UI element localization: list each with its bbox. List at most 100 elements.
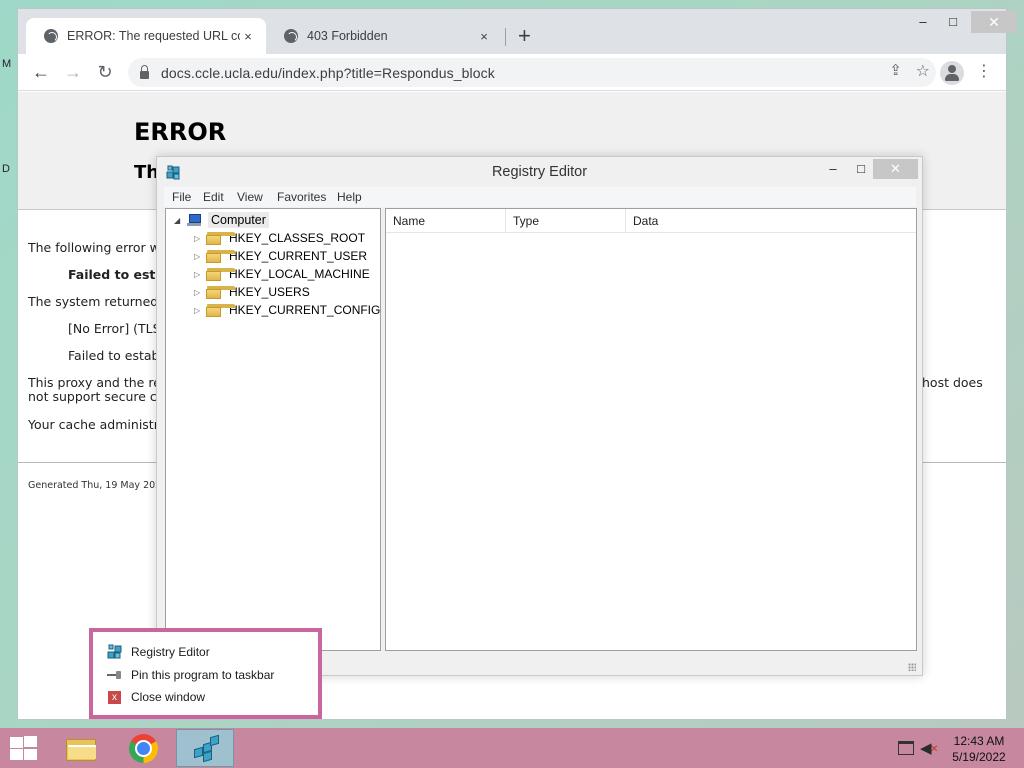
title-bar[interactable]: Registry Editor – □ ✕ <box>157 157 922 187</box>
folder-icon <box>206 231 235 245</box>
maximize-button[interactable]: □ <box>938 11 968 33</box>
tab-403-forbidden[interactable]: 403 Forbidden × <box>266 18 502 54</box>
share-icon[interactable]: ⇪ <box>889 61 902 79</box>
tab-close-icon[interactable]: × <box>476 29 492 44</box>
expand-arrow-icon[interactable]: ▷ <box>194 288 206 297</box>
clock[interactable]: 12:43 AM 5/19/2022 <box>946 733 1012 765</box>
tab-strip: ERROR: The requested URL could × 403 For… <box>18 9 1017 54</box>
menu-edit[interactable]: Edit <box>203 190 224 204</box>
registry-editor-icon <box>191 734 221 763</box>
url-text[interactable]: docs.ccle.ucla.edu/index.php?title=Respo… <box>161 65 495 81</box>
tree-item-label: HKEY_CURRENT_USER <box>229 249 368 263</box>
profile-avatar-icon[interactable] <box>940 61 964 85</box>
minimize-button[interactable]: – <box>908 11 938 33</box>
clock-date: 5/19/2022 <box>952 750 1006 764</box>
clock-time: 12:43 AM <box>953 734 1005 748</box>
tab-title: ERROR: The requested URL could <box>67 29 240 43</box>
error-text-line: not support secure co <box>28 389 165 404</box>
browser-toolbar: ← → ↻ docs.ccle.ucla.edu/index.php?title… <box>18 54 1006 91</box>
maximize-button[interactable]: □ <box>851 159 871 179</box>
address-bar[interactable]: docs.ccle.ucla.edu/index.php?title=Respo… <box>128 58 936 87</box>
forward-button[interactable]: → <box>61 60 85 84</box>
error-text-line: Your cache administra <box>28 417 167 432</box>
computer-icon <box>186 214 201 226</box>
pin-icon <box>107 667 123 683</box>
expand-arrow-icon[interactable]: ▷ <box>194 270 206 279</box>
menu-file[interactable]: File <box>172 190 191 204</box>
tab-close-icon[interactable]: × <box>240 29 256 44</box>
registry-editor-icon <box>107 644 122 659</box>
error-text-line: The following error w <box>28 240 160 255</box>
tab-error[interactable]: ERROR: The requested URL could × <box>26 18 266 54</box>
folder-icon <box>206 249 235 263</box>
jumplist-item-label: Pin this program to taskbar <box>131 668 275 682</box>
desktop-icon-label-1: M <box>2 58 12 70</box>
chrome-icon <box>129 734 158 763</box>
menu-favorites[interactable]: Favorites <box>277 190 326 204</box>
tree-item-hkey-users[interactable]: ▷ HKEY_USERS <box>194 283 310 301</box>
bookmark-star-icon[interactable]: ☆ <box>916 61 930 81</box>
key-tree[interactable]: ◢ Computer ▷ HKEY_CLASSES_ROOT ▷ HKEY_CU… <box>165 208 381 651</box>
tree-item-computer[interactable]: ◢ Computer <box>174 211 269 229</box>
jumplist-item-close-window[interactable]: x Close window <box>107 687 205 707</box>
reload-button[interactable]: ↻ <box>93 60 117 84</box>
close-window-icon: x <box>108 690 121 704</box>
volume-muted-icon[interactable]: ◀ ✕ <box>920 739 938 757</box>
jumplist-item-pin[interactable]: Pin this program to taskbar <box>107 665 274 685</box>
tab-separator <box>505 28 506 46</box>
close-button[interactable]: ✕ <box>971 11 1017 33</box>
new-tab-button[interactable]: + <box>518 23 531 49</box>
lock-icon[interactable] <box>140 64 149 79</box>
expand-arrow-icon[interactable]: ▷ <box>194 252 206 261</box>
globe-icon <box>44 29 58 43</box>
column-header-type[interactable]: Type <box>506 209 626 233</box>
tree-item-label: HKEY_LOCAL_MACHINE <box>229 267 370 281</box>
globe-icon <box>284 29 298 43</box>
jumplist-item-label: Close window <box>131 690 206 704</box>
window-title: Registry Editor <box>491 164 588 180</box>
collapse-arrow-icon[interactable]: ◢ <box>174 216 186 225</box>
minimize-button[interactable]: – <box>823 159 843 179</box>
back-button[interactable]: ← <box>29 60 53 84</box>
browser-menu-icon[interactable]: ⋮ <box>976 62 992 82</box>
menu-view[interactable]: View <box>237 190 263 204</box>
taskbar-file-explorer[interactable] <box>52 729 110 767</box>
tree-item-label: HKEY_CLASSES_ROOT <box>229 231 366 245</box>
taskbar: ◀ ✕ 12:43 AM 5/19/2022 <box>0 728 1024 768</box>
error-text-line: Failed to estab <box>68 348 160 363</box>
column-header-data[interactable]: Data <box>626 209 916 233</box>
desktop-icon-label-2: D <box>2 163 10 175</box>
tree-item-hkey-current-config[interactable]: ▷ HKEY_CURRENT_CONFIG <box>194 301 380 319</box>
column-header-name[interactable]: Name <box>386 209 506 233</box>
generated-footer: Generated Thu, 19 May 2022 <box>28 480 168 491</box>
error-text-fragment: host does <box>922 375 983 390</box>
taskbar-jump-list: Registry Editor Pin this program to task… <box>89 628 322 719</box>
taskbar-registry-editor[interactable] <box>176 729 234 767</box>
folder-icon <box>206 267 235 281</box>
error-text-line: The system returned <box>28 294 159 309</box>
expand-arrow-icon[interactable]: ▷ <box>194 306 206 315</box>
taskbar-chrome[interactable] <box>114 729 172 767</box>
tree-item-hkey-current-user[interactable]: ▷ HKEY_CURRENT_USER <box>194 247 367 265</box>
list-header: Name Type Data <box>386 209 916 233</box>
tree-item-hkey-local-machine[interactable]: ▷ HKEY_LOCAL_MACHINE <box>194 265 370 283</box>
folder-icon <box>206 285 235 299</box>
jumplist-item-label: Registry Editor <box>131 645 210 659</box>
tree-item-label: Computer <box>208 212 269 228</box>
folder-icon <box>206 303 235 317</box>
expand-arrow-icon[interactable]: ▷ <box>194 234 206 243</box>
registry-editor-window: Registry Editor – □ ✕ File Edit View Fav… <box>156 156 923 676</box>
tree-item-label: HKEY_USERS <box>229 285 310 299</box>
close-button[interactable]: ✕ <box>873 159 918 179</box>
menu-bar: File Edit View Favorites Help <box>164 187 916 207</box>
error-text-line: This proxy and the re <box>28 375 161 390</box>
value-list[interactable]: Name Type Data <box>385 208 917 651</box>
jumplist-item-registry-editor[interactable]: Registry Editor <box>107 642 210 662</box>
network-icon[interactable] <box>898 741 914 755</box>
resize-grip-icon[interactable] <box>908 663 916 671</box>
windows-start-icon[interactable] <box>9 736 39 760</box>
page-title: ERROR <box>134 118 227 146</box>
tree-item-hkey-classes-root[interactable]: ▷ HKEY_CLASSES_ROOT <box>194 229 365 247</box>
error-text-line: Failed to esta <box>68 267 164 282</box>
menu-help[interactable]: Help <box>337 190 362 204</box>
